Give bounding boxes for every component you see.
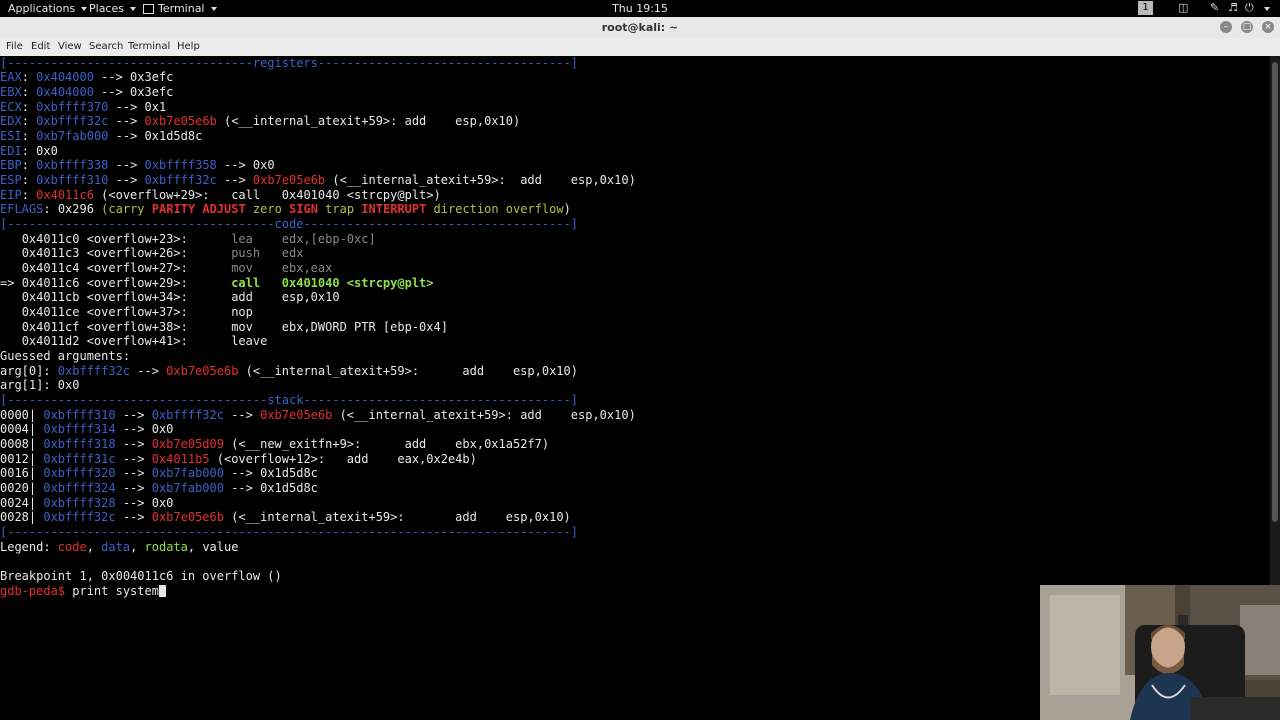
menu-terminal[interactable]: Terminal — [128, 41, 170, 52]
register-eax: EAX: 0x404000 --> 0x3efc — [0, 70, 174, 84]
close-button[interactable]: × — [1262, 21, 1274, 33]
menu-bar: File Edit View Search Terminal Help — [0, 39, 1280, 56]
volume-icon[interactable]: ♬ — [1228, 1, 1238, 14]
register-ebx: EBX: 0x404000 --> 0x3efc — [0, 85, 174, 99]
menu-file[interactable]: File — [6, 41, 23, 52]
code-line: 0x4011c3 <overflow+26>: push edx — [21, 246, 304, 260]
register-edx: EDX: 0xbffff32c --> 0xb7e05e6b (<__inter… — [0, 114, 521, 128]
register-esp: ESP: 0xbffff310 --> 0xbffff32c --> 0xb7e… — [0, 173, 636, 187]
menu-search[interactable]: Search — [89, 41, 123, 52]
window-titlebar[interactable]: root@kali: ~ – □ × — [0, 17, 1280, 40]
code-divider: [-------------------------------------co… — [0, 217, 578, 231]
stack-row: 0000| 0xbffff310 --> 0xbffff32c --> 0xb7… — [0, 408, 636, 422]
register-ebp: EBP: 0xbffff338 --> 0xbffff358 --> 0x0 — [0, 158, 275, 172]
end-divider: [---------------------------------------… — [0, 525, 578, 539]
code-line: 0x4011d2 <overflow+41>: leave — [21, 334, 268, 348]
guessed-arg-0: arg[0]: 0xbffff32c --> 0xb7e05e6b (<__in… — [0, 364, 578, 378]
menu-view[interactable]: View — [58, 41, 82, 52]
maximize-button[interactable]: □ — [1241, 21, 1253, 33]
code-line: 0x4011c4 <overflow+27>: mov ebx,eax — [21, 261, 333, 275]
code-line: 0x4011cf <overflow+38>: mov ebx,DWORD PT… — [21, 320, 448, 334]
breakpoint-message: Breakpoint 1, 0x004011c6 in overflow () — [0, 569, 282, 583]
stack-divider: [------------------------------------sta… — [0, 393, 578, 407]
stack-row: 0020| 0xbffff324 --> 0xb7fab000 --> 0x1d… — [0, 481, 318, 495]
stack-row: 0012| 0xbffff31c --> 0x4011b5 (<overflow… — [0, 452, 477, 466]
menu-help[interactable]: Help — [177, 41, 200, 52]
pen-icon[interactable]: ✎ — [1210, 1, 1219, 14]
network-icon[interactable]: ◫ — [1178, 1, 1188, 14]
legend-line: Legend: code, data, rodata, value — [0, 540, 239, 554]
workspace-indicator[interactable]: 1 — [1138, 1, 1153, 15]
webcam-overlay — [1040, 585, 1280, 720]
register-eflags: EFLAGS: 0x296 (carry PARITY ADJUST zero … — [0, 202, 571, 216]
prompt-label: gdb-peda$ — [0, 584, 66, 598]
stack-row: 0028| 0xbffff32c --> 0xb7e05e6b (<__inte… — [0, 510, 571, 524]
chevron-down-icon[interactable] — [1264, 7, 1270, 11]
register-esi: ESI: 0xb7fab000 --> 0x1d5d8c — [0, 129, 203, 143]
code-line: 0x4011cb <overflow+34>: add esp,0x10 — [21, 290, 340, 304]
clock[interactable]: Thu 19:15 — [0, 2, 1280, 15]
top-panel: Applications Places Terminal Thu 19:15 1… — [0, 0, 1280, 17]
register-eip: EIP: 0x4011c6 (<overflow+29>: call 0x401… — [0, 188, 441, 202]
stack-row: 0016| 0xbffff320 --> 0xb7fab000 --> 0x1d… — [0, 466, 318, 480]
code-line: 0x4011ce <overflow+37>: nop — [21, 305, 253, 319]
stack-row: 0024| 0xbffff328 --> 0x0 — [0, 496, 174, 510]
window-title: root@kali: ~ — [601, 21, 679, 34]
text-cursor — [158, 585, 166, 597]
code-line-current: => 0x4011c6 <overflow+29>: call 0x401040… — [0, 276, 434, 290]
guessed-arg-1: arg[1]: 0x0 — [0, 378, 80, 392]
registers-divider: [----------------------------------regis… — [0, 56, 578, 70]
minimize-button[interactable]: – — [1220, 21, 1232, 33]
register-edi: EDI: 0x0 — [0, 144, 58, 158]
stack-row: 0004| 0xbffff314 --> 0x0 — [0, 422, 174, 436]
menu-edit[interactable]: Edit — [31, 41, 50, 52]
webcam-image — [1040, 585, 1280, 720]
command-prompt[interactable]: gdb-peda$ print system — [0, 584, 166, 598]
guessed-arguments-header: Guessed arguments: — [0, 349, 131, 363]
register-ecx: ECX: 0xbffff370 --> 0x1 — [0, 100, 167, 114]
power-icon[interactable]: ⏻ — [1245, 1, 1254, 15]
command-input[interactable]: print system — [65, 584, 159, 598]
code-line: 0x4011c0 <overflow+23>: lea edx,[ebp-0xc… — [21, 232, 376, 246]
stack-row: 0008| 0xbffff318 --> 0xb7e05d09 (<__new_… — [0, 437, 550, 451]
scrollbar-thumb[interactable] — [1272, 62, 1278, 522]
